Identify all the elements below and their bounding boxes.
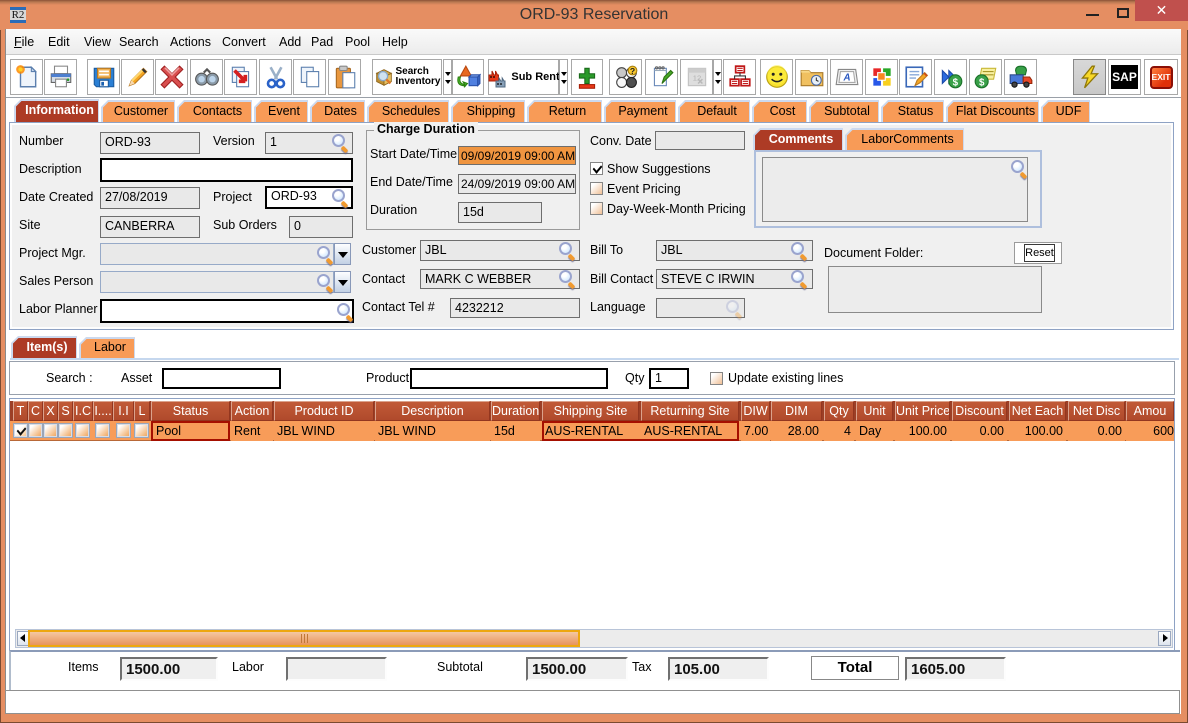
svg-text:A: A xyxy=(842,72,850,83)
svg-text:$: $ xyxy=(952,78,958,89)
svg-text:$: $ xyxy=(978,78,984,89)
svg-text:?: ? xyxy=(629,66,634,76)
